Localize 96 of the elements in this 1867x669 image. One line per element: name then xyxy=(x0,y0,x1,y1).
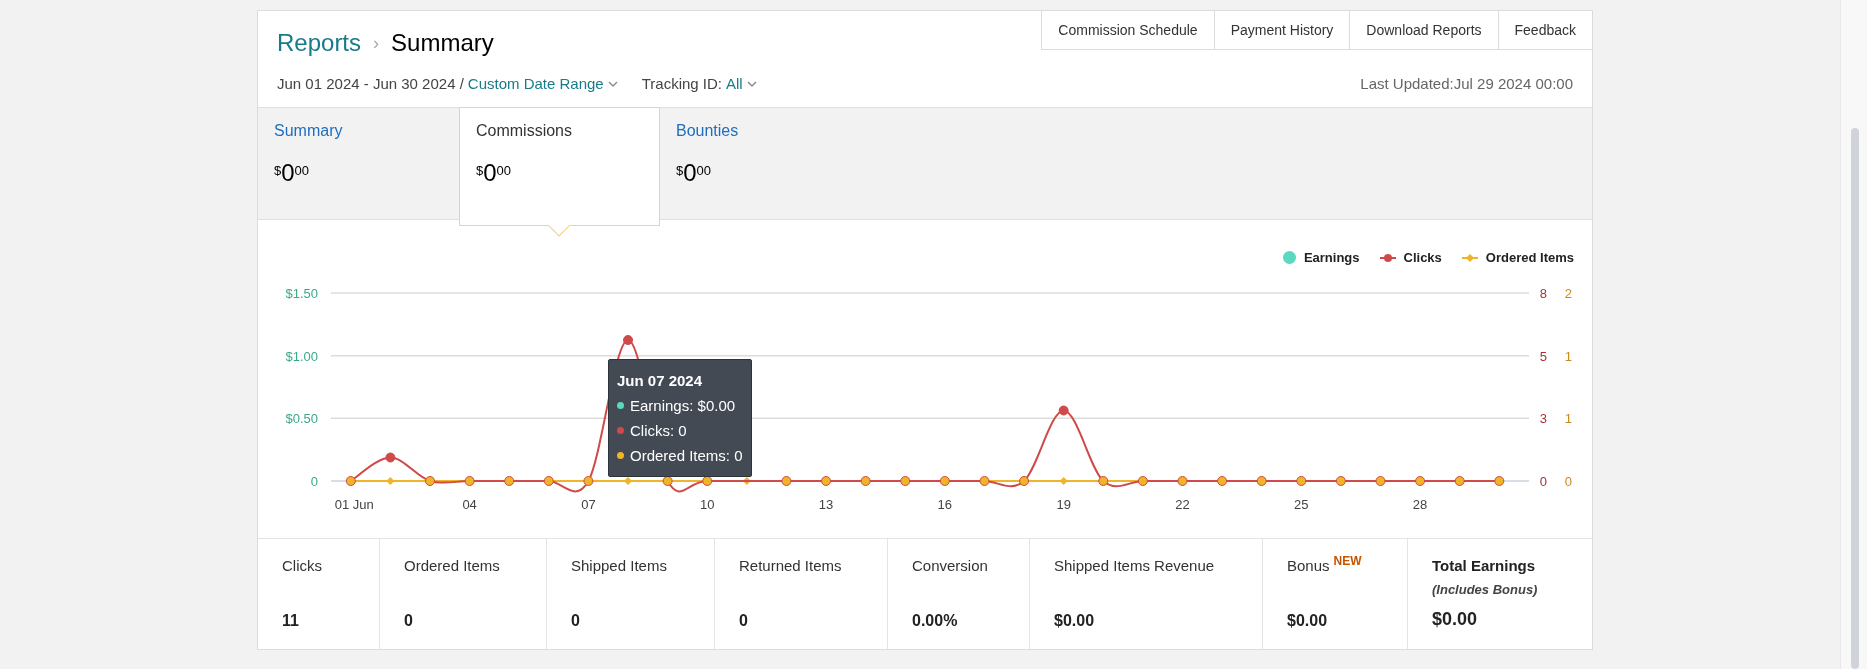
tab-label: Summary xyxy=(274,121,344,141)
tooltip-line: Earnings: $0.00 xyxy=(630,396,736,416)
data-point xyxy=(345,476,356,486)
header-tab-button[interactable]: Download Reports xyxy=(1349,11,1498,49)
legend-label: Earnings xyxy=(1303,249,1360,267)
data-point xyxy=(1375,476,1386,486)
x-axis-label: 28 xyxy=(1412,497,1428,512)
x-axis-label: 19 xyxy=(1056,497,1071,512)
x-axis-label: 16 xyxy=(937,497,953,512)
y-axis-label: $0.50 xyxy=(285,411,318,427)
data-point xyxy=(662,476,673,486)
scrollbar[interactable] xyxy=(1840,0,1867,669)
breadcrumb-separator: › xyxy=(373,31,380,55)
data-point xyxy=(1454,476,1465,486)
stat-label: Clicks xyxy=(282,557,322,574)
date-range-dropdown[interactable]: Jun 01 2024 - Jun 30 2024 / Custom Date Range xyxy=(277,72,618,96)
stat-label: Conversion xyxy=(912,557,988,574)
x-axis-label: 22 xyxy=(1175,497,1190,512)
y-axis-label: $1.50 xyxy=(285,286,318,301)
data-point xyxy=(1256,476,1267,486)
data-point xyxy=(425,476,435,486)
x-axis-label: 07 xyxy=(581,497,596,512)
data-point xyxy=(1335,476,1346,486)
stat-label: Shipped Items Revenue xyxy=(1054,557,1215,574)
x-axis-label: 13 xyxy=(818,497,834,512)
y-axis-label: 2 xyxy=(1564,286,1572,301)
y-axis-label: 0 xyxy=(310,474,318,489)
page-title: Summary xyxy=(391,28,494,58)
tab-label: Bounties xyxy=(676,121,740,141)
y-axis-label: 1 xyxy=(1564,348,1572,364)
stat-value: 0 xyxy=(739,611,749,631)
data-point xyxy=(1177,476,1188,486)
chevron-down-icon xyxy=(746,81,757,87)
stat-value: 0 xyxy=(571,611,581,631)
data-point xyxy=(1019,476,1030,486)
stat-label: Ordered Items xyxy=(404,557,500,574)
data-point xyxy=(1494,476,1505,486)
stat-value: $0.00 xyxy=(1287,611,1329,631)
last-updated-text: Last Updated:Jul 29 2024 00:00 xyxy=(1360,73,1573,94)
data-point xyxy=(1098,476,1109,486)
stat-value: 0.00% xyxy=(912,611,959,631)
data-point xyxy=(979,476,990,486)
data-point xyxy=(939,476,950,486)
tooltip-line: Clicks: 0 xyxy=(630,421,687,441)
tooltip-line: Ordered Items: 0 xyxy=(630,446,743,466)
scrollbar-thumb[interactable] xyxy=(1851,128,1859,669)
data-point xyxy=(1217,476,1228,486)
stat-label: Total Earnings xyxy=(1432,557,1536,574)
tracking-id-dropdown[interactable]: Tracking ID: All xyxy=(641,72,757,96)
y-axis-label: $1.00 xyxy=(285,348,318,364)
data-point xyxy=(1415,476,1426,486)
data-point xyxy=(504,476,515,486)
y-axis-label: 1 xyxy=(1564,411,1572,427)
data-point xyxy=(781,476,792,486)
stat-label: Bonus xyxy=(1287,557,1330,574)
legend-label: Ordered Items xyxy=(1485,249,1574,267)
stat-value: 0 xyxy=(404,611,414,631)
data-point xyxy=(1296,476,1307,486)
data-point xyxy=(623,335,634,345)
tab-pointer-icon xyxy=(548,225,570,237)
data-point xyxy=(860,476,871,486)
data-point xyxy=(386,477,395,485)
header-tab-button[interactable]: Commission Schedule xyxy=(1042,11,1214,49)
data-point xyxy=(1059,477,1068,485)
tab-label: Commissions xyxy=(476,121,573,141)
breadcrumb-link[interactable]: Reports xyxy=(277,25,362,61)
stat-label: Returned Items xyxy=(739,557,842,574)
stat-value: $0.00 xyxy=(1432,608,1479,631)
data-point xyxy=(1137,476,1148,486)
y-axis-label: 0 xyxy=(1564,474,1572,489)
tooltip-title: Jun 07 2024 xyxy=(617,371,704,391)
data-point xyxy=(543,476,554,486)
stat-label: Shipped Items xyxy=(571,557,667,574)
new-label: NEW xyxy=(1333,554,1362,568)
stat-value: 11 xyxy=(282,611,300,631)
y-axis-label: 0 xyxy=(1539,474,1547,489)
data-point xyxy=(821,476,832,486)
y-axis-label: 3 xyxy=(1539,411,1547,427)
header-tab-button[interactable]: Feedback xyxy=(1497,11,1592,49)
x-axis-label: 01 Jun xyxy=(334,497,374,512)
data-point xyxy=(385,452,396,463)
data-point xyxy=(464,476,475,486)
data-point xyxy=(1058,405,1069,416)
stat-value: $0.00 xyxy=(1054,611,1096,631)
x-axis-label: 10 xyxy=(700,497,715,512)
data-point xyxy=(702,476,713,486)
chevron-down-icon xyxy=(607,81,618,87)
header-tab-button[interactable]: Payment History xyxy=(1213,11,1350,49)
x-axis-label: 04 xyxy=(462,497,477,512)
stat-note: (Includes Bonus) xyxy=(1432,580,1539,599)
y-axis-label: 8 xyxy=(1539,286,1547,301)
data-point xyxy=(583,476,594,486)
x-axis-label: 25 xyxy=(1294,497,1309,512)
y-axis-label: 5 xyxy=(1539,348,1547,364)
legend-label: Clicks xyxy=(1403,249,1442,267)
data-point xyxy=(900,476,911,486)
